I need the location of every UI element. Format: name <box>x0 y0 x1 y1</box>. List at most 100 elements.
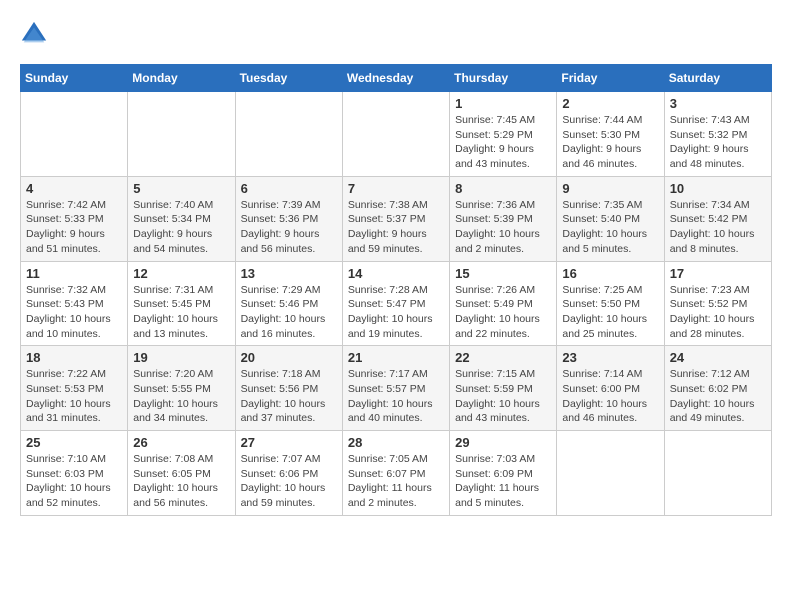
calendar-cell: 8 Sunrise: 7:36 AMSunset: 5:39 PMDaylight… <box>450 176 557 261</box>
day-number: 15 <box>455 266 551 281</box>
day-number: 9 <box>562 181 658 196</box>
calendar-cell: 24Sunrise: 7:12 AMSunset: 6:02 PMDayligh… <box>664 346 771 431</box>
day-number: 23 <box>562 350 658 365</box>
day-info: Sunrise: 7:07 AMSunset: 6:06 PMDaylight:… <box>241 452 337 511</box>
calendar-cell <box>342 92 449 177</box>
day-info: Sunrise: 7:31 AMSunset: 5:45 PMDaylight:… <box>133 283 229 342</box>
week-row-4: 18 Sunrise: 7:22 AMSunset: 5:53 PMDayligh… <box>21 346 772 431</box>
day-number: 12 <box>133 266 229 281</box>
column-header-thursday: Thursday <box>450 65 557 92</box>
day-number: 13 <box>241 266 337 281</box>
column-header-wednesday: Wednesday <box>342 65 449 92</box>
day-info: Sunrise: 7:40 AMSunset: 5:34 PMDaylight:… <box>133 198 229 257</box>
day-number: 7 <box>348 181 444 196</box>
day-number: 17 <box>670 266 766 281</box>
day-info: Sunrise: 7:32 AMSunset: 5:43 PMDaylight:… <box>26 283 122 342</box>
calendar-cell: 17 Sunrise: 7:23 AMSunset: 5:52 PMDayligh… <box>664 261 771 346</box>
calendar-cell: 29Sunrise: 7:03 AMSunset: 6:09 PMDayligh… <box>450 431 557 516</box>
calendar-cell: 28 Sunrise: 7:05 AMSunset: 6:07 PMDayligh… <box>342 431 449 516</box>
calendar-cell: 14 Sunrise: 7:28 AMSunset: 5:47 PMDayligh… <box>342 261 449 346</box>
logo-icon <box>20 20 48 48</box>
day-number: 28 <box>348 435 444 450</box>
day-info: Sunrise: 7:34 AMSunset: 5:42 PMDaylight:… <box>670 198 766 257</box>
day-info: Sunrise: 7:08 AMSunset: 6:05 PMDaylight:… <box>133 452 229 511</box>
calendar-cell: 23 Sunrise: 7:14 AMSunset: 6:00 PMDayligh… <box>557 346 664 431</box>
day-number: 21 <box>348 350 444 365</box>
day-number: 3 <box>670 96 766 111</box>
calendar-cell: 9 Sunrise: 7:35 AMSunset: 5:40 PMDaylight… <box>557 176 664 261</box>
week-row-5: 25 Sunrise: 7:10 AMSunset: 6:03 PMDayligh… <box>21 431 772 516</box>
day-number: 25 <box>26 435 122 450</box>
column-header-sunday: Sunday <box>21 65 128 92</box>
day-info: Sunrise: 7:15 AMSunset: 5:59 PMDaylight:… <box>455 367 551 426</box>
day-number: 20 <box>241 350 337 365</box>
day-info: Sunrise: 7:14 AMSunset: 6:00 PMDaylight:… <box>562 367 658 426</box>
day-info: Sunrise: 7:26 AMSunset: 5:49 PMDaylight:… <box>455 283 551 342</box>
day-info: Sunrise: 7:10 AMSunset: 6:03 PMDaylight:… <box>26 452 122 511</box>
day-number: 6 <box>241 181 337 196</box>
week-row-2: 4Sunrise: 7:42 AMSunset: 5:33 PMDaylight… <box>21 176 772 261</box>
day-number: 18 <box>26 350 122 365</box>
day-number: 29 <box>455 435 551 450</box>
day-number: 5 <box>133 181 229 196</box>
calendar-cell: 27 Sunrise: 7:07 AMSunset: 6:06 PMDayligh… <box>235 431 342 516</box>
calendar-cell <box>128 92 235 177</box>
day-info: Sunrise: 7:39 AMSunset: 5:36 PMDaylight:… <box>241 198 337 257</box>
day-number: 26 <box>133 435 229 450</box>
day-info: Sunrise: 7:44 AMSunset: 5:30 PMDaylight:… <box>562 113 658 172</box>
day-info: Sunrise: 7:18 AMSunset: 5:56 PMDaylight:… <box>241 367 337 426</box>
day-info: Sunrise: 7:23 AMSunset: 5:52 PMDaylight:… <box>670 283 766 342</box>
day-info: Sunrise: 7:36 AMSunset: 5:39 PMDaylight:… <box>455 198 551 257</box>
calendar-cell: 5 Sunrise: 7:40 AMSunset: 5:34 PMDaylight… <box>128 176 235 261</box>
day-info: Sunrise: 7:45 AMSunset: 5:29 PMDaylight:… <box>455 113 551 172</box>
calendar-cell <box>21 92 128 177</box>
calendar-cell: 16 Sunrise: 7:25 AMSunset: 5:50 PMDayligh… <box>557 261 664 346</box>
day-info: Sunrise: 7:25 AMSunset: 5:50 PMDaylight:… <box>562 283 658 342</box>
day-number: 22 <box>455 350 551 365</box>
calendar-cell: 25 Sunrise: 7:10 AMSunset: 6:03 PMDayligh… <box>21 431 128 516</box>
calendar-cell: 18 Sunrise: 7:22 AMSunset: 5:53 PMDayligh… <box>21 346 128 431</box>
week-row-1: 1 Sunrise: 7:45 AMSunset: 5:29 PMDaylight… <box>21 92 772 177</box>
day-info: Sunrise: 7:29 AMSunset: 5:46 PMDaylight:… <box>241 283 337 342</box>
calendar-cell: 26 Sunrise: 7:08 AMSunset: 6:05 PMDayligh… <box>128 431 235 516</box>
day-header-row: SundayMondayTuesdayWednesdayThursdayFrid… <box>21 65 772 92</box>
day-number: 27 <box>241 435 337 450</box>
calendar-cell: 11 Sunrise: 7:32 AMSunset: 5:43 PMDayligh… <box>21 261 128 346</box>
column-header-saturday: Saturday <box>664 65 771 92</box>
day-number: 19 <box>133 350 229 365</box>
day-info: Sunrise: 7:05 AMSunset: 6:07 PMDaylight:… <box>348 452 444 511</box>
day-number: 16 <box>562 266 658 281</box>
page-header <box>20 20 772 48</box>
day-number: 10 <box>670 181 766 196</box>
calendar-table: SundayMondayTuesdayWednesdayThursdayFrid… <box>20 64 772 516</box>
week-row-3: 11 Sunrise: 7:32 AMSunset: 5:43 PMDayligh… <box>21 261 772 346</box>
day-number: 14 <box>348 266 444 281</box>
day-number: 8 <box>455 181 551 196</box>
day-number: 1 <box>455 96 551 111</box>
calendar-cell: 4Sunrise: 7:42 AMSunset: 5:33 PMDaylight… <box>21 176 128 261</box>
calendar-cell: 19Sunrise: 7:20 AMSunset: 5:55 PMDayligh… <box>128 346 235 431</box>
calendar-cell: 13 Sunrise: 7:29 AMSunset: 5:46 PMDayligh… <box>235 261 342 346</box>
calendar-cell <box>235 92 342 177</box>
logo <box>20 20 52 48</box>
day-number: 2 <box>562 96 658 111</box>
day-info: Sunrise: 7:17 AMSunset: 5:57 PMDaylight:… <box>348 367 444 426</box>
calendar-cell: 21 Sunrise: 7:17 AMSunset: 5:57 PMDayligh… <box>342 346 449 431</box>
column-header-monday: Monday <box>128 65 235 92</box>
calendar-cell: 10 Sunrise: 7:34 AMSunset: 5:42 PMDayligh… <box>664 176 771 261</box>
day-info: Sunrise: 7:42 AMSunset: 5:33 PMDaylight:… <box>26 198 122 257</box>
calendar-cell: 1 Sunrise: 7:45 AMSunset: 5:29 PMDaylight… <box>450 92 557 177</box>
day-info: Sunrise: 7:28 AMSunset: 5:47 PMDaylight:… <box>348 283 444 342</box>
day-number: 11 <box>26 266 122 281</box>
calendar-cell <box>557 431 664 516</box>
day-info: Sunrise: 7:22 AMSunset: 5:53 PMDaylight:… <box>26 367 122 426</box>
calendar-cell: 15 Sunrise: 7:26 AMSunset: 5:49 PMDayligh… <box>450 261 557 346</box>
day-info: Sunrise: 7:35 AMSunset: 5:40 PMDaylight:… <box>562 198 658 257</box>
day-number: 24 <box>670 350 766 365</box>
calendar-cell: 2 Sunrise: 7:44 AMSunset: 5:30 PMDaylight… <box>557 92 664 177</box>
column-header-tuesday: Tuesday <box>235 65 342 92</box>
calendar-cell: 20 Sunrise: 7:18 AMSunset: 5:56 PMDayligh… <box>235 346 342 431</box>
calendar-cell: 12 Sunrise: 7:31 AMSunset: 5:45 PMDayligh… <box>128 261 235 346</box>
calendar-cell: 3Sunrise: 7:43 AMSunset: 5:32 PMDaylight… <box>664 92 771 177</box>
column-header-friday: Friday <box>557 65 664 92</box>
